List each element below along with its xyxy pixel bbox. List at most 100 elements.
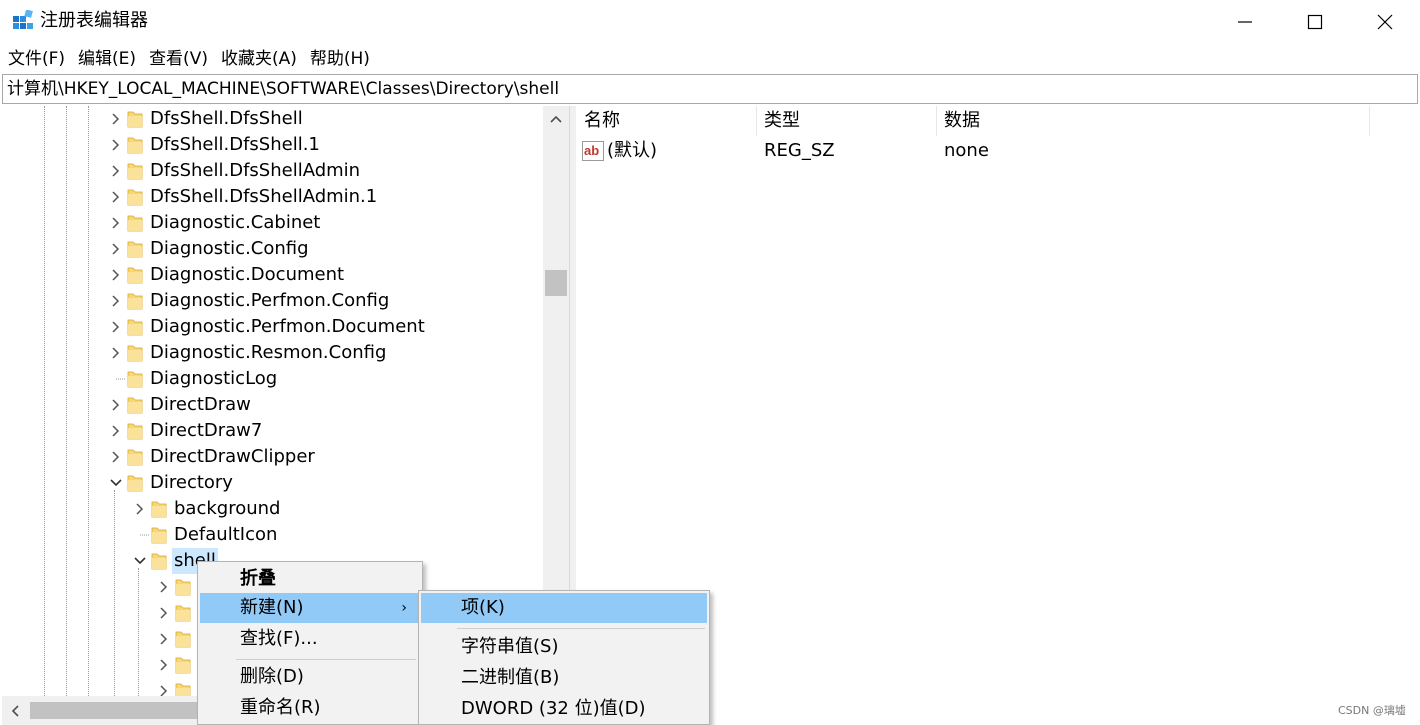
column-header-data[interactable]: 数据: [937, 106, 1370, 136]
scroll-up-button[interactable]: [543, 106, 569, 132]
tree-item[interactable]: Diagnostic.Cabinet: [106, 210, 322, 236]
tree-guide-line: [66, 106, 67, 696]
context-item-delete[interactable]: 删除(D): [200, 662, 419, 692]
tree-item-label: Diagnostic.Cabinet: [150, 212, 321, 233]
tree-item[interactable]: Diagnostic.Config: [106, 236, 311, 262]
title-bar: 注册表编辑器: [0, 0, 1420, 44]
column-header-type[interactable]: 类型: [757, 106, 937, 136]
tree-item[interactable]: Diagnostic.Perfmon.Config: [106, 288, 391, 314]
menu-file[interactable]: 文件(F): [0, 44, 70, 74]
submenu-item-binary-value[interactable]: 二进制值(B): [421, 663, 707, 693]
tree-item[interactable]: DirectDrawClipper: [106, 444, 317, 470]
menu-edit[interactable]: 编辑(E): [70, 44, 141, 74]
tree-expander[interactable]: [106, 470, 126, 496]
tree-expander[interactable]: [130, 548, 150, 574]
tree-item[interactable]: background: [130, 496, 282, 522]
chevron-right-icon: [112, 425, 120, 437]
tree-expander[interactable]: [106, 236, 126, 262]
tree-item[interactable]: DfsShell.DfsShell: [106, 106, 305, 132]
tree-expander[interactable]: [154, 600, 174, 626]
tree-expander[interactable]: [106, 210, 126, 236]
tree-expander[interactable]: [106, 184, 126, 210]
tree-expander[interactable]: [106, 418, 126, 444]
context-item-new[interactable]: 新建(N) ›: [200, 593, 419, 623]
tree-guide-line: [138, 568, 139, 696]
folder-icon-wrapper: [126, 262, 144, 288]
scroll-thumb[interactable]: [30, 702, 200, 719]
menu-bar: 文件(F) 编辑(E) 查看(V) 收藏夹(A) 帮助(H): [0, 44, 1420, 74]
chevron-right-icon: [112, 451, 120, 463]
minimize-button[interactable]: [1210, 0, 1280, 44]
svg-text:ab: ab: [584, 143, 599, 158]
tree-item[interactable]: [154, 626, 200, 652]
tree-expander[interactable]: [106, 314, 126, 340]
window-title: 注册表编辑器: [40, 10, 148, 31]
tree-item[interactable]: Diagnostic.Resmon.Config: [106, 340, 388, 366]
tree-item[interactable]: DfsShell.DfsShell.1: [106, 132, 322, 158]
scroll-left-button[interactable]: [2, 696, 28, 725]
scroll-thumb[interactable]: [545, 270, 567, 296]
tree-item[interactable]: DiagnosticLog: [106, 366, 279, 392]
value-name[interactable]: (默认): [607, 138, 657, 164]
menu-separator: [457, 628, 705, 629]
address-bar[interactable]: 计算机\HKEY_LOCAL_MACHINE\SOFTWARE\Classes\…: [2, 74, 1418, 104]
folder-icon: [127, 137, 143, 154]
tree-item[interactable]: DefaultIcon: [130, 522, 279, 548]
tree-expander[interactable]: [106, 444, 126, 470]
chevron-right-icon: [112, 347, 120, 359]
maximize-button[interactable]: [1280, 0, 1350, 44]
tree-item[interactable]: DfsShell.DfsShellAdmin.1: [106, 184, 379, 210]
menu-separator: [236, 659, 416, 660]
tree-expander[interactable]: [154, 574, 174, 600]
tree-expander[interactable]: [130, 496, 150, 522]
tree-item[interactable]: Diagnostic.Perfmon.Document: [106, 314, 427, 340]
tree-expander[interactable]: [106, 340, 126, 366]
close-button[interactable]: [1350, 0, 1420, 44]
folder-icon: [127, 371, 143, 388]
folder-icon-wrapper: [126, 236, 144, 262]
folder-icon: [127, 319, 143, 336]
menu-help[interactable]: 帮助(H): [302, 44, 375, 74]
folder-icon-wrapper: [126, 470, 144, 496]
context-item-rename[interactable]: 重命名(R): [200, 693, 419, 723]
tree-item[interactable]: [154, 600, 200, 626]
tree-connector: [130, 522, 150, 548]
context-item-collapse[interactable]: 折叠: [200, 564, 419, 594]
tree-expander[interactable]: [106, 132, 126, 158]
tree-item[interactable]: DfsShell.DfsShellAdmin: [106, 158, 362, 184]
folder-icon: [151, 501, 167, 518]
tree-guide-line: [114, 490, 115, 696]
tree-item[interactable]: Diagnostic.Document: [106, 262, 346, 288]
menu-view[interactable]: 查看(V): [141, 44, 213, 74]
submenu-item-key[interactable]: 项(K): [421, 593, 707, 623]
folder-icon-wrapper: [126, 340, 144, 366]
submenu-item-dword-value[interactable]: DWORD (32 位)值(D): [421, 694, 707, 724]
tree-item-label: background: [174, 498, 281, 519]
tree-expander[interactable]: [106, 158, 126, 184]
tree-expander[interactable]: [106, 392, 126, 418]
address-path[interactable]: 计算机\HKEY_LOCAL_MACHINE\SOFTWARE\Classes\…: [7, 78, 559, 100]
folder-icon: [127, 189, 143, 206]
string-value-icon: ab: [582, 141, 604, 161]
tree-item[interactable]: DirectDraw7: [106, 418, 264, 444]
tree-expander[interactable]: [154, 652, 174, 678]
tree-expander[interactable]: [106, 288, 126, 314]
tree-expander[interactable]: [106, 106, 126, 132]
menu-favorites[interactable]: 收藏夹(A): [213, 44, 302, 74]
tree-item[interactable]: [154, 574, 200, 600]
column-header-name[interactable]: 名称: [577, 106, 757, 136]
tree-item-label: DefaultIcon: [174, 524, 278, 545]
tree-item[interactable]: Directory: [106, 470, 235, 496]
tree-expander[interactable]: [106, 262, 126, 288]
context-item-find[interactable]: 查找(F)...: [200, 624, 419, 654]
new-submenu: 项(K) 字符串值(S) 二进制值(B) DWORD (32 位)值(D): [418, 590, 710, 725]
chevron-right-icon: [112, 321, 120, 333]
folder-icon-wrapper: [174, 626, 192, 652]
folder-icon-wrapper: [126, 184, 144, 210]
tree-item[interactable]: DirectDraw: [106, 392, 253, 418]
tree-expander[interactable]: [154, 626, 174, 652]
tree-item[interactable]: [154, 652, 200, 678]
submenu-item-string-value[interactable]: 字符串值(S): [421, 632, 707, 662]
minimize-icon: [1238, 21, 1252, 23]
tree-item-label: DfsShell.DfsShell: [150, 108, 303, 129]
